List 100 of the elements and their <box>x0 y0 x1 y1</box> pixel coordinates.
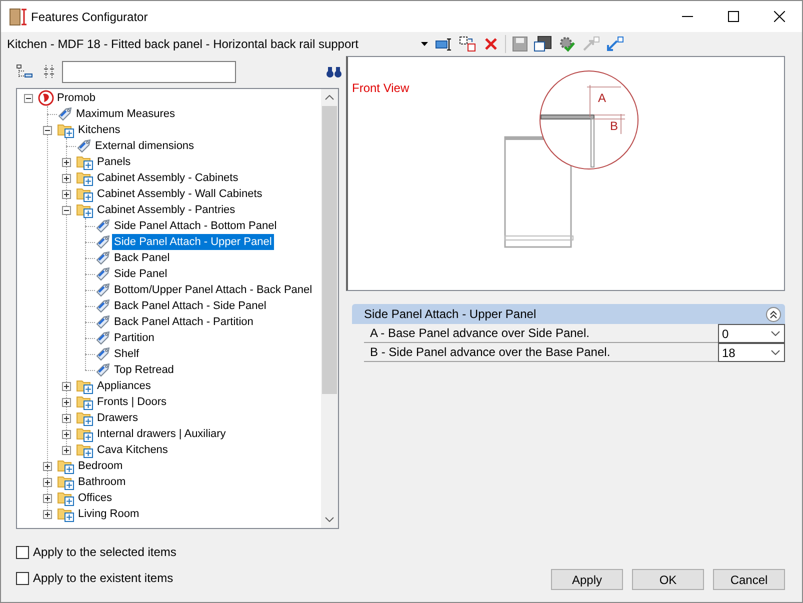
expand-toggle[interactable] <box>43 462 52 470</box>
folder-icon <box>57 474 75 490</box>
dialog-button[interactable]: Cancel <box>713 569 785 590</box>
delete-icon[interactable] <box>483 36 499 52</box>
dropdown-arrow-icon <box>421 42 428 46</box>
tag-icon <box>95 330 111 346</box>
expand-toggle[interactable] <box>62 190 71 198</box>
tree-item[interactable]: Bedroom <box>76 458 125 474</box>
tree-item[interactable]: Panels <box>95 154 133 170</box>
expand-toggle[interactable] <box>62 398 71 406</box>
tree-item[interactable]: Shelf <box>112 346 142 362</box>
preview-title: Front View <box>352 80 410 97</box>
folder-icon <box>57 506 75 522</box>
rename-icon[interactable] <box>435 36 453 52</box>
tree-item[interactable]: Promob <box>55 90 98 106</box>
expand-toggle[interactable] <box>62 414 71 422</box>
tag-icon <box>95 266 111 282</box>
search-icon[interactable] <box>326 65 342 79</box>
folder-icon <box>76 186 94 202</box>
tree-item[interactable]: Maximum Measures <box>74 106 178 122</box>
expand-toggle[interactable] <box>43 494 52 502</box>
search-field[interactable] <box>62 61 236 83</box>
scroll-down-icon[interactable] <box>325 517 334 522</box>
save-icon[interactable] <box>512 36 528 52</box>
tree-item[interactable]: Cabinet Assembly - Pantries <box>95 202 238 218</box>
tree-item[interactable]: Living Room <box>76 506 142 522</box>
expand-toggle[interactable] <box>62 446 71 454</box>
tag-icon <box>95 250 111 266</box>
property-label: B - Side Panel advance over the Base Panel. <box>369 344 612 361</box>
tag-icon <box>95 362 111 378</box>
import-arrow-icon[interactable] <box>606 36 624 52</box>
tree-item[interactable]: Cabinet Assembly - Cabinets <box>95 170 240 186</box>
expand-toggle[interactable] <box>62 430 71 438</box>
expand-toggle[interactable] <box>43 510 52 518</box>
collapse-tree-icon[interactable] <box>16 64 34 80</box>
tag-icon <box>76 138 92 154</box>
tree-item[interactable]: Internal drawers | Auxiliary <box>95 426 228 442</box>
collapse-button[interactable] <box>766 306 781 322</box>
tree-item[interactable]: Kitchens <box>76 122 122 138</box>
checkbox-label: Apply to the selected items <box>33 544 176 561</box>
tree-item[interactable]: Back Panel Attach - Partition <box>112 314 256 330</box>
tree-item[interactable]: Side Panel Attach - Bottom Panel <box>112 218 279 234</box>
folder-icon <box>76 378 94 394</box>
dimension-label: B <box>610 119 618 133</box>
tree-item[interactable]: Cava Kitchens <box>95 442 170 458</box>
tree-item[interactable]: Side Panel Attach - Upper Panel <box>112 234 274 250</box>
folder-icon <box>76 202 94 218</box>
folder-icon <box>57 490 75 506</box>
tree-item[interactable]: Bottom/Upper Panel Attach - Back Panel <box>112 282 314 298</box>
folder-icon <box>76 394 94 410</box>
tree-item[interactable]: Top Retread <box>112 362 176 378</box>
checkbox[interactable] <box>16 546 29 558</box>
expand-toggle[interactable] <box>43 478 52 486</box>
dialog-button[interactable]: OK <box>632 569 704 590</box>
property-label: A - Base Panel advance over Side Panel. <box>369 325 590 342</box>
dimension-label: A <box>598 91 606 105</box>
tag-icon <box>95 346 111 362</box>
configuration-dropdown[interactable]: Kitchen - MDF 18 - Fitted back panel - Horizontal back rail support <box>1 34 431 54</box>
copy-icon[interactable] <box>459 36 477 52</box>
scroll-up-icon[interactable] <box>325 95 334 100</box>
folder-icon <box>76 410 94 426</box>
properties-title: Side Panel Attach - Upper Panel <box>364 306 536 323</box>
folder-icon <box>76 154 94 170</box>
value-dropdown[interactable]: 0 <box>718 324 785 343</box>
tag-icon <box>95 234 111 250</box>
save-as-icon[interactable] <box>534 36 552 52</box>
tree-item[interactable]: Back Panel <box>112 250 172 266</box>
tree-item[interactable]: Offices <box>76 490 114 506</box>
close-icon <box>774 11 784 22</box>
expand-toggle[interactable] <box>62 158 71 166</box>
gear-check-icon[interactable] <box>558 36 576 52</box>
dialog-button[interactable]: Apply <box>551 569 623 590</box>
tree-item[interactable]: Cabinet Assembly - Wall Cabinets <box>95 186 264 202</box>
tree-item[interactable]: Back Panel Attach - Side Panel <box>112 298 268 314</box>
expand-toggle[interactable] <box>62 174 71 182</box>
value-dropdown[interactable]: 18 <box>718 343 785 362</box>
expand-toggle[interactable] <box>62 206 71 214</box>
chevrons-up-icon <box>769 310 778 318</box>
tree-item[interactable]: Fronts | Doors <box>95 394 168 410</box>
expand-toggle[interactable] <box>62 382 71 390</box>
tree-item[interactable]: External dimensions <box>93 138 196 154</box>
caret-icon <box>771 350 780 355</box>
tree-item[interactable]: Side Panel <box>112 266 170 282</box>
tree-item[interactable]: Drawers <box>95 410 140 426</box>
tag-icon <box>95 218 111 234</box>
folder-icon <box>57 458 75 474</box>
expand-tree-icon[interactable] <box>42 64 56 80</box>
scrollbar[interactable] <box>321 89 338 528</box>
tree-item[interactable]: Partition <box>112 330 156 346</box>
folder-icon <box>57 122 75 138</box>
tree-item[interactable]: Appliances <box>95 378 153 394</box>
checkbox[interactable] <box>16 572 29 584</box>
tag-icon <box>95 298 111 314</box>
expand-toggle[interactable] <box>24 94 33 102</box>
tree-item[interactable]: Bathroom <box>76 474 128 490</box>
folder-icon <box>76 442 94 458</box>
window-title: Features Configurator <box>31 8 148 26</box>
tag-icon <box>57 106 73 122</box>
checkbox-label: Apply to the existent items <box>33 570 174 587</box>
expand-toggle[interactable] <box>43 126 52 134</box>
